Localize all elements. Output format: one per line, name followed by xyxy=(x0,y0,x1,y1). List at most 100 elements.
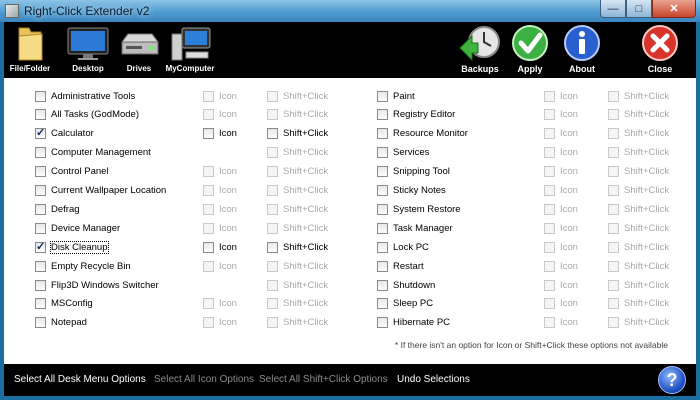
checkbox[interactable] xyxy=(377,279,388,291)
checkbox[interactable] xyxy=(544,147,555,159)
checkbox[interactable] xyxy=(608,279,619,291)
checkbox[interactable] xyxy=(544,260,555,272)
checkbox[interactable] xyxy=(377,222,388,234)
select-all-desk-link[interactable]: Select All Desk Menu Options xyxy=(14,374,146,385)
shift-click-option-checkbox[interactable]: Shift+Click xyxy=(608,276,669,294)
option-checkbox[interactable]: Snipping Tool xyxy=(377,163,450,181)
option-checkbox[interactable]: Paint xyxy=(377,87,415,105)
shift-click-option-checkbox[interactable]: Shift+Click xyxy=(608,200,669,218)
close-app-button[interactable]: Close xyxy=(640,24,680,74)
checkbox[interactable] xyxy=(544,128,555,140)
checkbox[interactable] xyxy=(608,203,619,215)
shift-click-option-checkbox[interactable]: Shift+Click xyxy=(608,314,669,332)
apply-button[interactable]: Apply xyxy=(510,24,550,74)
shift-click-option-checkbox[interactable]: Shift+Click xyxy=(608,238,669,256)
checkbox[interactable] xyxy=(608,298,619,310)
checkbox[interactable] xyxy=(544,241,555,253)
icon-option-checkbox[interactable]: Icon xyxy=(544,106,578,124)
shift-click-option-checkbox[interactable]: Shift+Click xyxy=(608,144,669,162)
checkbox[interactable] xyxy=(377,185,388,196)
checkbox[interactable] xyxy=(377,241,388,253)
maximize-icon: □ xyxy=(635,2,643,15)
shift-click-option-checkbox[interactable]: Shift+Click xyxy=(608,182,669,200)
checkbox[interactable] xyxy=(544,185,555,196)
icon-option-checkbox[interactable]: Icon xyxy=(544,163,578,181)
option-checkbox[interactable]: Shutdown xyxy=(377,276,435,294)
icon-option-checkbox[interactable]: Icon xyxy=(544,125,578,143)
select-all-shift-link[interactable]: Select All Shift+Click Options xyxy=(259,374,388,385)
icon-option-checkbox[interactable]: Icon xyxy=(544,238,578,256)
checkbox[interactable] xyxy=(608,317,619,329)
checkbox[interactable] xyxy=(377,90,388,102)
checkbox[interactable] xyxy=(544,317,555,329)
checkbox[interactable] xyxy=(544,90,555,102)
option-checkbox[interactable]: Sticky Notes xyxy=(377,182,446,200)
checkbox[interactable] xyxy=(377,147,388,159)
backups-button[interactable]: Backups xyxy=(456,24,504,74)
shift-click-option-checkbox[interactable]: Shift+Click xyxy=(608,257,669,275)
checkbox[interactable] xyxy=(544,203,555,215)
checkbox[interactable] xyxy=(608,128,619,140)
shift-click-option-checkbox-label: Shift+Click xyxy=(624,298,670,310)
icon-option-checkbox[interactable]: Icon xyxy=(544,200,578,218)
shift-click-option-checkbox-label: Shift+Click xyxy=(624,279,670,291)
option-checkbox[interactable]: Task Manager xyxy=(377,219,453,237)
checkbox[interactable] xyxy=(544,279,555,291)
checkbox[interactable] xyxy=(544,298,555,310)
option-checkbox[interactable]: System Restore xyxy=(377,200,461,218)
checkbox[interactable] xyxy=(608,90,619,102)
icon-option-checkbox[interactable]: Icon xyxy=(544,144,578,162)
drives-button[interactable]: Drives xyxy=(116,24,162,73)
icon-option-checkbox[interactable]: Icon xyxy=(544,276,578,294)
checkbox[interactable] xyxy=(608,260,619,272)
select-all-icon-link[interactable]: Select All Icon Options xyxy=(154,374,254,385)
checkbox[interactable] xyxy=(377,317,388,329)
checkbox[interactable] xyxy=(377,298,388,310)
option-checkbox[interactable]: Services xyxy=(377,144,429,162)
icon-option-checkbox[interactable]: Icon xyxy=(544,295,578,313)
option-checkbox[interactable]: Resource Monitor xyxy=(377,125,468,143)
file-folder-button[interactable]: File/Folder xyxy=(10,24,50,73)
checkbox[interactable] xyxy=(608,109,619,121)
checkbox[interactable] xyxy=(377,128,388,140)
checkbox[interactable] xyxy=(608,222,619,234)
checkbox[interactable] xyxy=(544,109,555,121)
checkbox[interactable] xyxy=(544,166,555,178)
desktop-button[interactable]: Desktop xyxy=(64,24,112,73)
shift-click-option-checkbox[interactable]: Shift+Click xyxy=(608,219,669,237)
checkbox[interactable] xyxy=(608,185,619,196)
about-button[interactable]: About xyxy=(562,24,602,74)
option-checkbox-label: Paint xyxy=(393,90,415,102)
shift-click-option-checkbox[interactable]: Shift+Click xyxy=(608,163,669,181)
icon-option-checkbox[interactable]: Icon xyxy=(544,182,578,200)
shift-click-option-checkbox[interactable]: Shift+Click xyxy=(608,295,669,313)
maximize-button[interactable]: □ xyxy=(626,0,652,18)
option-checkbox[interactable]: Hibernate PC xyxy=(377,314,450,332)
option-checkbox[interactable]: Lock PC xyxy=(377,238,429,256)
mycomputer-button[interactable]: MyComputer xyxy=(166,24,214,73)
checkbox[interactable] xyxy=(544,222,555,234)
shift-click-option-checkbox[interactable]: Shift+Click xyxy=(608,87,669,105)
option-checkbox[interactable]: Sleep PC xyxy=(377,295,433,313)
icon-option-checkbox[interactable]: Icon xyxy=(544,257,578,275)
checkbox[interactable] xyxy=(608,147,619,159)
checkbox[interactable] xyxy=(377,109,388,121)
checkbox[interactable] xyxy=(608,241,619,253)
icon-option-checkbox[interactable]: Icon xyxy=(544,87,578,105)
undo-selections-link[interactable]: Undo Selections xyxy=(397,374,470,385)
option-checkbox[interactable]: Registry Editor xyxy=(377,106,455,124)
checkbox[interactable] xyxy=(377,166,388,178)
option-checkbox-label: Snipping Tool xyxy=(393,166,450,178)
help-button[interactable]: ? xyxy=(658,366,686,394)
checkbox[interactable] xyxy=(377,203,388,215)
shift-click-option-checkbox[interactable]: Shift+Click xyxy=(608,106,669,124)
title-bar[interactable]: Right-Click Extender v2 — □ ✕ xyxy=(0,0,700,22)
option-checkbox[interactable]: Restart xyxy=(377,257,424,275)
icon-option-checkbox[interactable]: Icon xyxy=(544,314,578,332)
checkbox[interactable] xyxy=(377,260,388,272)
minimize-button[interactable]: — xyxy=(600,0,626,18)
icon-option-checkbox[interactable]: Icon xyxy=(544,219,578,237)
checkbox[interactable] xyxy=(608,166,619,178)
close-window-button[interactable]: ✕ xyxy=(652,0,696,18)
shift-click-option-checkbox[interactable]: Shift+Click xyxy=(608,125,669,143)
